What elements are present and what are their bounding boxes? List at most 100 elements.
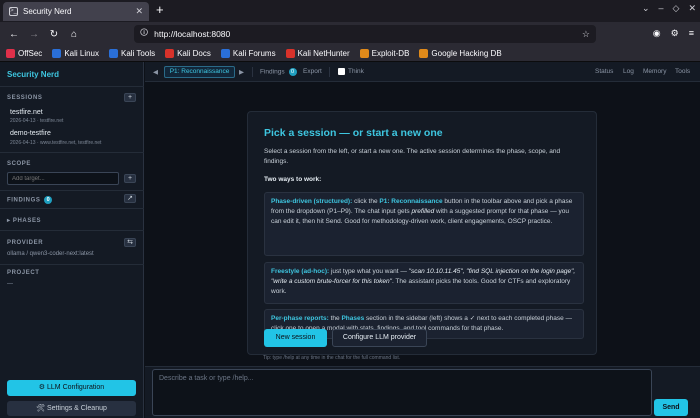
project-value: — — [7, 281, 13, 287]
export-button[interactable]: Export — [303, 68, 322, 75]
chat-composer: Send — [145, 366, 700, 418]
divider — [0, 264, 144, 265]
kali-dragon-icon — [52, 49, 62, 58]
browser-tab[interactable]: >_ Security Nerd ✕ — [3, 2, 149, 21]
findings-toolbar-label: Findings — [260, 68, 285, 76]
findings-toolbar-badge: 0 — [288, 68, 297, 76]
account-icon[interactable]: ◉ — [653, 28, 661, 39]
page-info-icon[interactable]: 🛈 — [140, 27, 148, 41]
app-toolbar: ◀ P1: Reconnaissance ▶ Findings 0 Export … — [145, 62, 700, 82]
way-text: just type what you want — — [329, 268, 409, 275]
think-checkbox[interactable] — [338, 68, 345, 75]
welcome-card: Pick a session — or start a new one Sele… — [247, 111, 597, 355]
bookmark-label: OffSec — [18, 49, 43, 58]
tab-list-icon[interactable]: ⌄ — [642, 3, 650, 14]
bookmark-item[interactable]: OffSec — [6, 49, 42, 58]
maximize-icon[interactable]: ◇ — [673, 3, 680, 14]
tools-button[interactable]: Tools — [675, 68, 690, 75]
way-text: the — [328, 315, 342, 322]
nethunter-icon — [285, 49, 295, 58]
way-freestyle: Freestyle (ad-hoc): just type what you w… — [264, 262, 584, 304]
new-tab-icon[interactable]: + — [156, 3, 164, 17]
project-header: PROJECT — [7, 270, 40, 276]
session-meta: 2026-04-13 · testfire.net — [10, 118, 64, 124]
bookmark-item[interactable]: Google Hacking DB — [419, 49, 502, 58]
card-title: Pick a session — or start a new one — [264, 127, 443, 139]
next-phase-icon[interactable]: ▶ — [239, 68, 244, 76]
session-name[interactable]: demo-testfire — [10, 130, 51, 137]
phases-header-label: PHASES — [12, 218, 42, 224]
forward-icon[interactable]: → — [24, 29, 44, 40]
expand-findings-icon[interactable]: ↗ — [124, 194, 136, 203]
findings-count-badge: 0 — [44, 196, 53, 204]
phase-selector-button[interactable]: P1: Reconnaissance — [164, 66, 235, 78]
settings-cleanup-button[interactable]: 🛠 Settings & Cleanup — [7, 401, 136, 416]
bookmark-label: Kali Linux — [64, 49, 99, 58]
scope-header: SCOPE — [7, 161, 32, 167]
window-controls: ⌄ – ◇ ✕ — [642, 3, 696, 14]
bookmark-item[interactable]: Kali Docs — [165, 49, 211, 58]
chat-input[interactable] — [152, 369, 652, 416]
terminal-favicon-icon: >_ — [9, 7, 18, 16]
divider — [0, 230, 144, 231]
divider — [252, 67, 253, 77]
divider — [0, 86, 144, 87]
status-button[interactable]: Status — [595, 68, 613, 75]
log-button[interactable]: Log — [623, 68, 634, 75]
findings-toolbar-button[interactable]: Findings 0 — [260, 68, 297, 76]
divider — [329, 67, 330, 77]
way-key-inline: P1: Reconnaissance — [379, 198, 443, 205]
bookmark-label: Kali Docs — [177, 49, 211, 58]
bookmark-item[interactable]: Exploit-DB — [359, 49, 409, 58]
way-emphasis: prefilled — [411, 208, 435, 215]
app-title: Security Nerd — [7, 70, 60, 79]
main-panel: Pick a session — or start a new one Sele… — [145, 83, 700, 366]
bookmark-item[interactable]: Kali Forums — [220, 49, 276, 58]
kali-dragon-icon — [220, 49, 230, 58]
new-session-button[interactable]: New session — [264, 329, 327, 347]
add-target-button[interactable]: + — [124, 174, 136, 183]
way-key: Per-phase reports: — [271, 315, 329, 322]
bookmark-label: Kali Tools — [121, 49, 156, 58]
url-bar[interactable]: 🛈 http://localhost:8080 ☆ — [134, 25, 596, 43]
bookmark-item[interactable]: Kali Tools — [109, 49, 155, 58]
scope-input[interactable] — [7, 172, 119, 185]
bookmark-item[interactable]: Kali NetHunter — [285, 49, 350, 58]
ways-title: Two ways to work: — [264, 176, 322, 183]
provider-value: ollama / qwen3-coder-next:latest — [7, 251, 94, 257]
configure-llm-provider-button[interactable]: Configure LLM provider — [332, 329, 427, 347]
send-button[interactable]: Send — [654, 399, 688, 416]
session-name[interactable]: testfire.net — [10, 109, 43, 116]
sessions-header: SESSIONS — [7, 95, 43, 101]
bookmark-label: Google Hacking DB — [431, 49, 502, 58]
think-label: Think — [348, 68, 364, 75]
prev-phase-icon[interactable]: ◀ — [153, 68, 158, 76]
findings-header[interactable]: FINDINGS 0 — [7, 196, 53, 204]
way-key: Freestyle (ad-hoc): — [271, 268, 330, 275]
phases-header[interactable]: ▸ PHASES — [7, 217, 41, 224]
bookmark-label: Kali NetHunter — [297, 49, 350, 58]
back-icon[interactable]: ← — [4, 29, 24, 40]
offsec-icon — [6, 49, 15, 58]
kali-dragon-icon — [109, 49, 118, 58]
window-close-icon[interactable]: ✕ — [688, 3, 696, 14]
home-icon[interactable]: ⌂ — [64, 29, 84, 40]
close-tab-icon[interactable]: ✕ — [135, 6, 143, 17]
switch-provider-icon[interactable]: ⇆ — [124, 238, 136, 247]
reload-icon[interactable]: ↻ — [44, 29, 64, 40]
browser-tab-bar: >_ Security Nerd ✕ + ⌄ – ◇ ✕ — [0, 0, 700, 22]
card-intro: Select a session from the left, or start… — [264, 148, 561, 165]
add-session-button[interactable]: + — [124, 93, 136, 102]
ghdb-icon — [419, 49, 429, 58]
bookmark-star-icon[interactable]: ☆ — [582, 29, 590, 40]
divider — [0, 152, 144, 153]
bookmark-item[interactable]: Kali Linux — [52, 49, 99, 58]
extensions-icon[interactable]: ⚙ — [671, 28, 679, 39]
way-text: click the — [352, 198, 380, 205]
menu-icon[interactable]: ≡ — [689, 28, 694, 39]
memory-button[interactable]: Memory — [643, 68, 666, 75]
llm-configuration-button[interactable]: ⚙ LLM Configuration — [7, 380, 136, 396]
bookmark-label: Kali Forums — [232, 49, 276, 58]
divider — [0, 208, 144, 209]
minimize-icon[interactable]: – — [659, 3, 664, 14]
